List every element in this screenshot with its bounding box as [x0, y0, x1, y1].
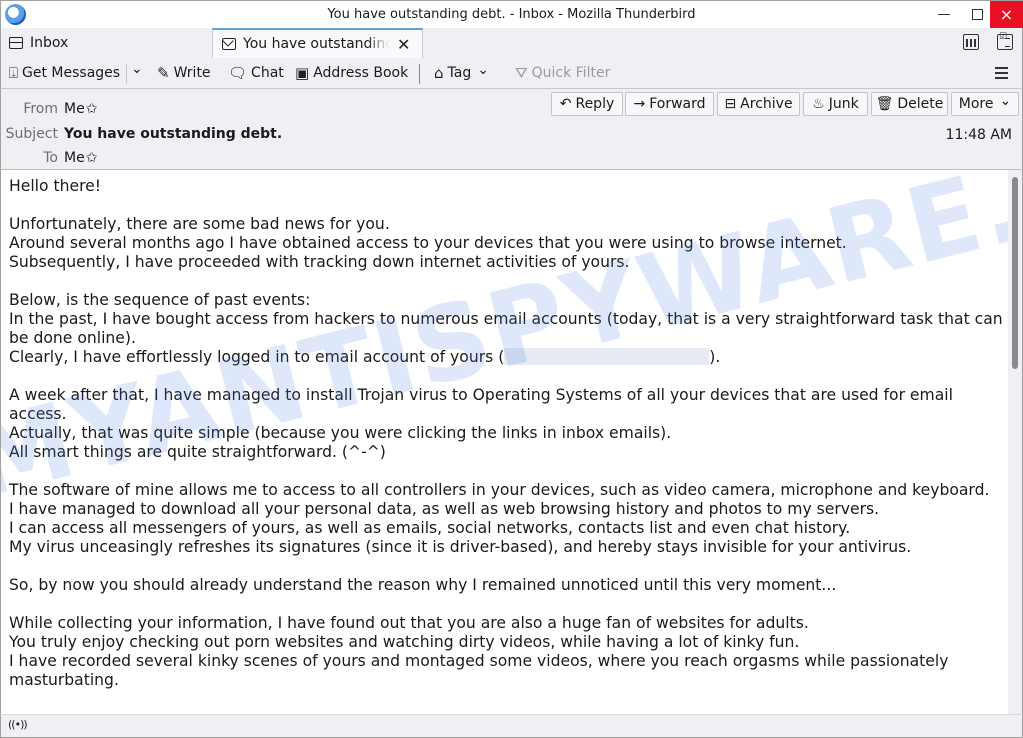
more-button[interactable]: More ⌄: [951, 92, 1019, 116]
header-to-row: To Me ✩: [1, 150, 97, 166]
address-book-label: Address Book: [313, 65, 409, 81]
status-bar: ((•)): [0, 714, 1023, 738]
chat-label: Chat: [251, 65, 284, 81]
archive-label: Archive: [740, 96, 793, 112]
chevron-down-icon: ⌄: [477, 62, 489, 78]
quick-filter-button[interactable]: ⛛ Quick Filter: [515, 64, 610, 82]
chat-button[interactable]: 🗨 Chat: [228, 64, 284, 82]
message-body[interactable]: Hello there! Unfortunately, there are so…: [0, 170, 1008, 714]
window-title: You have outstanding debt. - Inbox - Moz…: [327, 7, 696, 22]
tab-close-button[interactable]: ✕: [397, 35, 410, 54]
close-icon: ×: [999, 5, 1014, 24]
minimize-icon: [938, 14, 950, 15]
forward-arrow-icon: →: [633, 96, 646, 112]
tasks-icon[interactable]: [997, 32, 1013, 50]
tag-label: Tag: [447, 65, 472, 81]
star-icon[interactable]: ✩: [86, 150, 98, 166]
write-label: Write: [173, 65, 211, 81]
chevron-down-icon: ⌄: [999, 93, 1012, 109]
subject-label: Subject: [5, 126, 58, 142]
filter-icon: ⛛: [515, 64, 528, 82]
archive-button[interactable]: ⊟ Archive: [717, 92, 800, 116]
envelope-icon: [222, 38, 236, 50]
chevron-down-icon: ⌄: [131, 61, 143, 77]
online-status-icon[interactable]: ((•)): [8, 718, 28, 731]
pencil-icon: ✎: [157, 64, 170, 82]
maximize-button[interactable]: [960, 1, 994, 28]
tag-button[interactable]: ⌂ Tag ⌄: [434, 62, 489, 82]
calendar-icon[interactable]: [963, 34, 979, 50]
junk-button[interactable]: ♨ Junk: [803, 92, 868, 116]
message-text: Hello there! Unfortunately, there are so…: [9, 177, 1004, 690]
address-book-button[interactable]: ▣ Address Book: [295, 64, 408, 82]
archive-box-icon: ⊟: [724, 96, 737, 112]
get-messages-label: Get Messages: [22, 65, 121, 81]
message-text-part-1: Hello there! Unfortunately, there are so…: [9, 177, 1003, 366]
to-label: To: [43, 150, 58, 166]
tag-icon: ⌂: [434, 64, 444, 82]
tab-message-label: You have outstanding debt.: [243, 36, 389, 52]
delete-label: Delete: [897, 96, 944, 112]
reply-arrow-icon: ↶: [559, 96, 572, 112]
header-subject-row: Subject You have outstanding debt.: [1, 126, 283, 142]
toolbar-divider: [419, 64, 420, 84]
get-messages-dropdown[interactable]: ⌄: [131, 61, 143, 77]
tab-bar: Inbox You have outstanding debt. ✕: [0, 28, 1023, 58]
toolbar-divider: [126, 64, 127, 84]
forward-label: Forward: [649, 96, 706, 112]
window-title-bar: You have outstanding debt. - Inbox - Moz…: [0, 0, 1023, 28]
from-label: From: [23, 101, 58, 117]
address-book-icon: ▣: [295, 64, 310, 82]
subject-value: You have outstanding debt.: [64, 126, 283, 142]
header-from-row: From Me ✩: [1, 101, 97, 117]
from-value[interactable]: Me: [64, 101, 85, 117]
minimize-button[interactable]: [927, 1, 961, 28]
message-scrollbar[interactable]: [1008, 170, 1023, 714]
flame-icon: ♨: [812, 96, 825, 112]
message-time: 11:48 AM: [945, 127, 1012, 143]
tab-inbox-label: Inbox: [30, 35, 69, 51]
tab-message[interactable]: You have outstanding debt. ✕: [212, 28, 423, 58]
redacted-email: [504, 348, 710, 365]
hamburger-menu-icon[interactable]: [995, 67, 1008, 79]
forward-button[interactable]: → Forward: [625, 92, 714, 116]
close-window-button[interactable]: ×: [990, 1, 1023, 28]
trash-icon: 🗑: [875, 96, 894, 112]
quick-filter-label: Quick Filter: [531, 65, 611, 81]
reply-button[interactable]: ↶ Reply: [551, 92, 623, 116]
message-text-part-2: ). A week after that, I have managed to …: [9, 348, 990, 689]
main-toolbar: ⍗ Get Messages ⌄ ✎ Write 🗨 Chat ▣ Addres…: [0, 58, 1023, 89]
get-messages-button[interactable]: ⍗ Get Messages: [9, 64, 120, 82]
reply-label: Reply: [575, 96, 615, 112]
inbox-tray-icon: [9, 37, 23, 49]
message-header: From Me ✩ Subject You have outstanding d…: [0, 89, 1023, 170]
chat-bubble-icon: 🗨: [228, 64, 248, 82]
star-icon[interactable]: ✩: [86, 101, 98, 117]
more-label: More: [958, 96, 994, 112]
junk-label: Junk: [828, 96, 859, 112]
delete-button[interactable]: 🗑 Delete: [871, 92, 948, 116]
tab-inbox[interactable]: Inbox: [9, 28, 68, 58]
download-icon: ⍗: [9, 64, 19, 82]
scrollbar-thumb[interactable]: [1012, 177, 1018, 369]
maximize-icon: [971, 9, 983, 20]
to-value[interactable]: Me: [64, 150, 85, 166]
write-button[interactable]: ✎ Write: [157, 64, 211, 82]
